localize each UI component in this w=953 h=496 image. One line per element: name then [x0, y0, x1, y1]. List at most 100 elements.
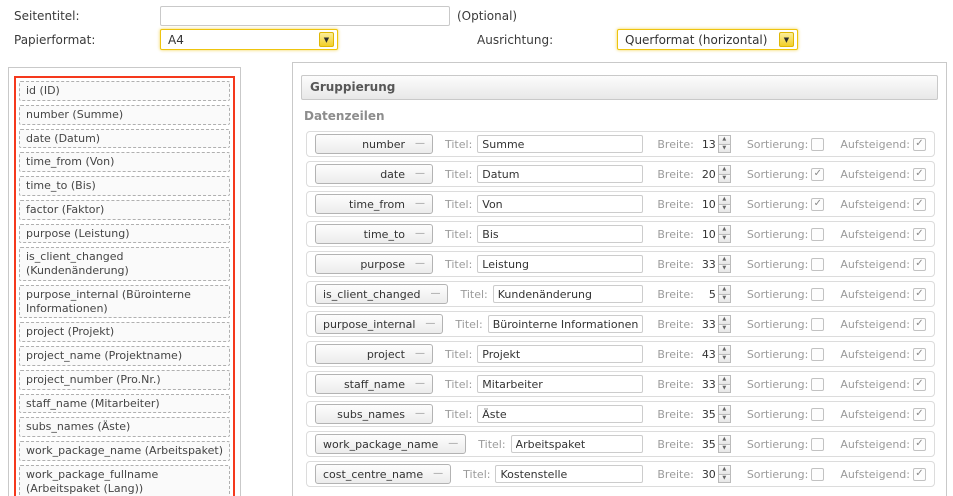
- breite-input[interactable]: [698, 228, 716, 241]
- titel-input[interactable]: [477, 405, 643, 423]
- breite-spinner[interactable]: ▲ ▼: [718, 195, 731, 213]
- aufsteigend-checkbox[interactable]: ✓: [913, 138, 926, 151]
- row-field-handle[interactable]: subs_names —: [315, 404, 433, 424]
- row-field-handle[interactable]: purpose_internal —: [315, 314, 443, 334]
- available-field-item[interactable]: subs_names (Äste): [19, 417, 230, 437]
- aufsteigend-checkbox[interactable]: ✓: [913, 348, 926, 361]
- papierformat-select[interactable]: A4 ▼: [160, 29, 338, 50]
- sortierung-checkbox[interactable]: ✓: [811, 138, 824, 151]
- available-field-item[interactable]: staff_name (Mitarbeiter): [19, 394, 230, 414]
- titel-input[interactable]: [477, 135, 643, 153]
- breite-spinner[interactable]: ▲ ▼: [718, 345, 731, 363]
- breite-input[interactable]: [698, 438, 716, 451]
- spinner-up-icon[interactable]: ▲: [718, 465, 731, 475]
- row-field-handle[interactable]: date —: [315, 164, 433, 184]
- spinner-up-icon[interactable]: ▲: [718, 195, 731, 205]
- breite-spinner[interactable]: ▲ ▼: [718, 435, 731, 453]
- spinner-up-icon[interactable]: ▲: [718, 375, 731, 385]
- spinner-up-icon[interactable]: ▲: [718, 435, 731, 445]
- aufsteigend-checkbox[interactable]: ✓: [913, 228, 926, 241]
- spinner-up-icon[interactable]: ▲: [718, 405, 731, 415]
- aufsteigend-checkbox[interactable]: ✓: [913, 168, 926, 181]
- available-field-item[interactable]: is_client_changed (Kundenänderung): [19, 247, 230, 281]
- spinner-down-icon[interactable]: ▼: [718, 475, 731, 484]
- row-field-handle[interactable]: time_from —: [315, 194, 433, 214]
- spinner-up-icon[interactable]: ▲: [718, 135, 731, 145]
- ausrichtung-select[interactable]: Querformat (horizontal) ▼: [617, 29, 798, 50]
- available-field-item[interactable]: project (Projekt): [19, 322, 230, 342]
- row-field-handle[interactable]: number —: [315, 134, 433, 154]
- spinner-up-icon[interactable]: ▲: [718, 315, 731, 325]
- spinner-down-icon[interactable]: ▼: [718, 325, 731, 334]
- row-field-handle[interactable]: is_client_changed —: [315, 284, 448, 304]
- aufsteigend-checkbox[interactable]: ✓: [913, 258, 926, 271]
- breite-spinner[interactable]: ▲ ▼: [718, 135, 731, 153]
- available-field-item[interactable]: purpose_internal (Bürointerne Informatio…: [19, 285, 230, 319]
- breite-spinner[interactable]: ▲ ▼: [718, 165, 731, 183]
- spinner-down-icon[interactable]: ▼: [718, 355, 731, 364]
- aufsteigend-checkbox[interactable]: ✓: [913, 408, 926, 421]
- spinner-up-icon[interactable]: ▲: [718, 255, 731, 265]
- spinner-down-icon[interactable]: ▼: [718, 265, 731, 274]
- breite-input[interactable]: [698, 408, 716, 421]
- breite-spinner[interactable]: ▲ ▼: [718, 375, 731, 393]
- row-field-handle[interactable]: staff_name —: [315, 374, 433, 394]
- aufsteigend-checkbox[interactable]: ✓: [913, 438, 926, 451]
- spinner-up-icon[interactable]: ▲: [718, 225, 731, 235]
- breite-spinner[interactable]: ▲ ▼: [718, 465, 731, 483]
- breite-input[interactable]: [698, 258, 716, 271]
- breite-input[interactable]: [698, 378, 716, 391]
- seitentitel-input[interactable]: [160, 6, 450, 26]
- sortierung-checkbox[interactable]: ✓: [811, 468, 824, 481]
- titel-input[interactable]: [477, 165, 643, 183]
- titel-input[interactable]: [488, 315, 644, 333]
- sortierung-checkbox[interactable]: ✓: [811, 348, 824, 361]
- sortierung-checkbox[interactable]: ✓: [811, 438, 824, 451]
- sortierung-checkbox[interactable]: ✓: [811, 258, 824, 271]
- breite-spinner[interactable]: ▲ ▼: [718, 315, 731, 333]
- breite-spinner[interactable]: ▲ ▼: [718, 285, 731, 303]
- available-field-item[interactable]: date (Datum): [19, 129, 230, 149]
- available-field-item[interactable]: time_from (Von): [19, 152, 230, 172]
- breite-spinner[interactable]: ▲ ▼: [718, 225, 731, 243]
- available-field-item[interactable]: id (ID): [19, 81, 230, 101]
- spinner-down-icon[interactable]: ▼: [718, 385, 731, 394]
- available-field-item[interactable]: factor (Faktor): [19, 200, 230, 220]
- breite-input[interactable]: [698, 198, 716, 211]
- sortierung-checkbox[interactable]: ✓: [811, 318, 824, 331]
- available-field-item[interactable]: number (Summe): [19, 105, 230, 125]
- row-field-handle[interactable]: project —: [315, 344, 433, 364]
- titel-input[interactable]: [477, 345, 643, 363]
- aufsteigend-checkbox[interactable]: ✓: [913, 378, 926, 391]
- row-field-handle[interactable]: cost_centre_name —: [315, 464, 451, 484]
- breite-input[interactable]: [698, 348, 716, 361]
- aufsteigend-checkbox[interactable]: ✓: [913, 318, 926, 331]
- row-field-handle[interactable]: purpose —: [315, 254, 433, 274]
- sortierung-checkbox[interactable]: ✓: [811, 168, 824, 181]
- titel-input[interactable]: [477, 195, 643, 213]
- spinner-down-icon[interactable]: ▼: [718, 445, 731, 454]
- available-field-item[interactable]: project_name (Projektname): [19, 346, 230, 366]
- aufsteigend-checkbox[interactable]: ✓: [913, 468, 926, 481]
- titel-input[interactable]: [493, 285, 644, 303]
- titel-input[interactable]: [477, 225, 643, 243]
- available-field-item[interactable]: work_package_name (Arbeitspaket): [19, 441, 230, 461]
- breite-spinner[interactable]: ▲ ▼: [718, 405, 731, 423]
- aufsteigend-checkbox[interactable]: ✓: [913, 288, 926, 301]
- spinner-down-icon[interactable]: ▼: [718, 205, 731, 214]
- spinner-up-icon[interactable]: ▲: [718, 285, 731, 295]
- spinner-down-icon[interactable]: ▼: [718, 175, 731, 184]
- available-field-item[interactable]: time_to (Bis): [19, 176, 230, 196]
- breite-spinner[interactable]: ▲ ▼: [718, 255, 731, 273]
- spinner-down-icon[interactable]: ▼: [718, 145, 731, 154]
- sortierung-checkbox[interactable]: ✓: [811, 408, 824, 421]
- available-field-item[interactable]: work_package_fullname (Arbeitspaket (Lan…: [19, 465, 230, 496]
- available-field-item[interactable]: purpose (Leistung): [19, 224, 230, 244]
- spinner-down-icon[interactable]: ▼: [718, 415, 731, 424]
- titel-input[interactable]: [477, 375, 643, 393]
- breite-input[interactable]: [698, 168, 716, 181]
- available-field-item[interactable]: project_number (Pro.Nr.): [19, 370, 230, 390]
- row-field-handle[interactable]: work_package_name —: [315, 434, 466, 454]
- breite-input[interactable]: [698, 318, 716, 331]
- spinner-down-icon[interactable]: ▼: [718, 295, 731, 304]
